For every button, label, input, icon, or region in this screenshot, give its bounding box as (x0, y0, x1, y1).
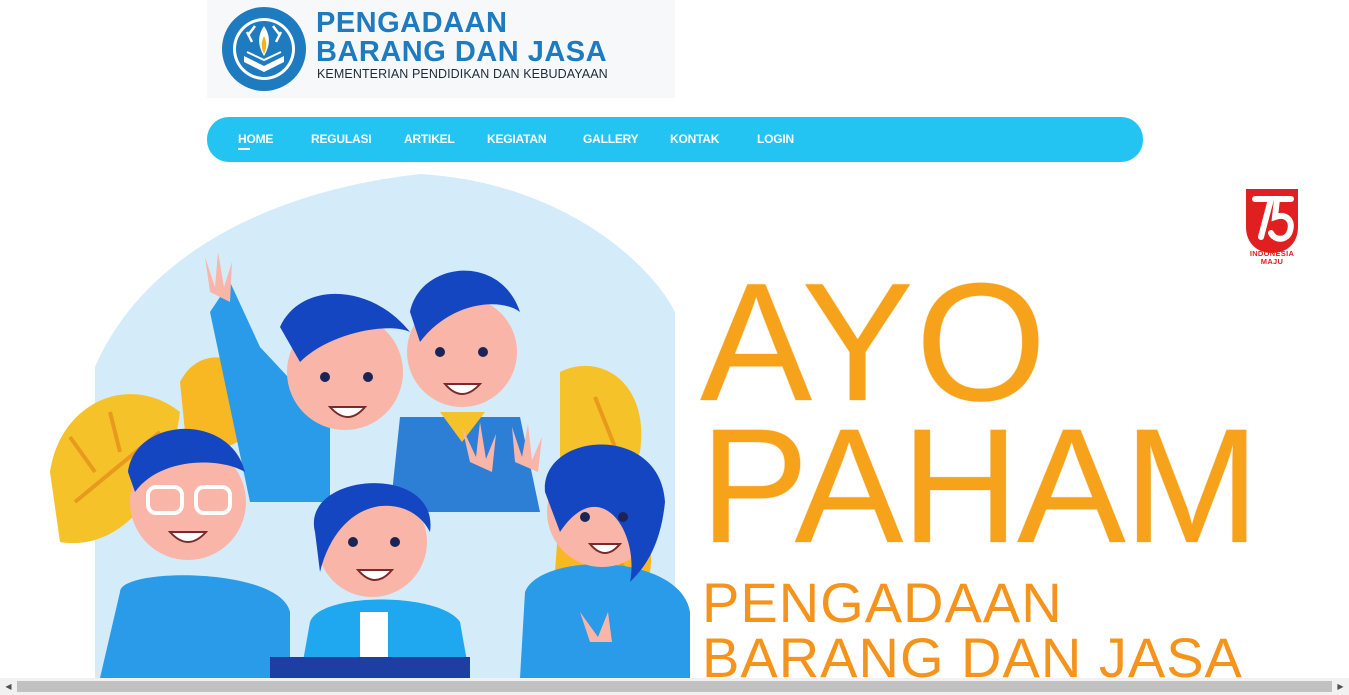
hero-illustration (50, 174, 690, 678)
badge-caption: INDONESIA MAJU (1249, 249, 1295, 266)
nav-item-artikel[interactable]: ARTIKEL (404, 117, 455, 162)
nav-item-home[interactable]: HOME (238, 117, 273, 162)
logo-title-line1: PENGADAAN (316, 7, 508, 39)
nav-item-kegiatan[interactable]: KEGIATAN (487, 117, 546, 162)
horizontal-scrollbar[interactable]: ◀ ▶ (0, 678, 1349, 695)
main-navbar: HOME REGULASI ARTIKEL KEGIATAN GALLERY K… (207, 117, 1143, 162)
site-logo[interactable]: PENGADAAN BARANG DAN JASA KEMENTERIAN PE… (207, 0, 675, 98)
nav-item-gallery[interactable]: GALLERY (583, 117, 639, 162)
scrollbar-thumb[interactable] (17, 681, 1332, 692)
scroll-left-arrow-icon[interactable]: ◀ (0, 678, 17, 695)
scroll-right-arrow-icon[interactable]: ▶ (1332, 678, 1349, 695)
logo-subtitle: KEMENTERIAN PENDIDIKAN DAN KEBUDAYAAN (317, 67, 608, 81)
nav-item-login[interactable]: LOGIN (757, 117, 794, 162)
nav-item-kontak[interactable]: KONTAK (670, 117, 719, 162)
nav-item-regulasi[interactable]: REGULASI (311, 117, 372, 162)
logo-title-line2: BARANG DAN JASA (316, 36, 608, 68)
hero-subheading-line1: PENGADAAN (702, 571, 1063, 634)
tut-wuri-handayani-emblem-icon (222, 7, 306, 91)
hero-heading-paham: PAHAM (700, 394, 1260, 577)
